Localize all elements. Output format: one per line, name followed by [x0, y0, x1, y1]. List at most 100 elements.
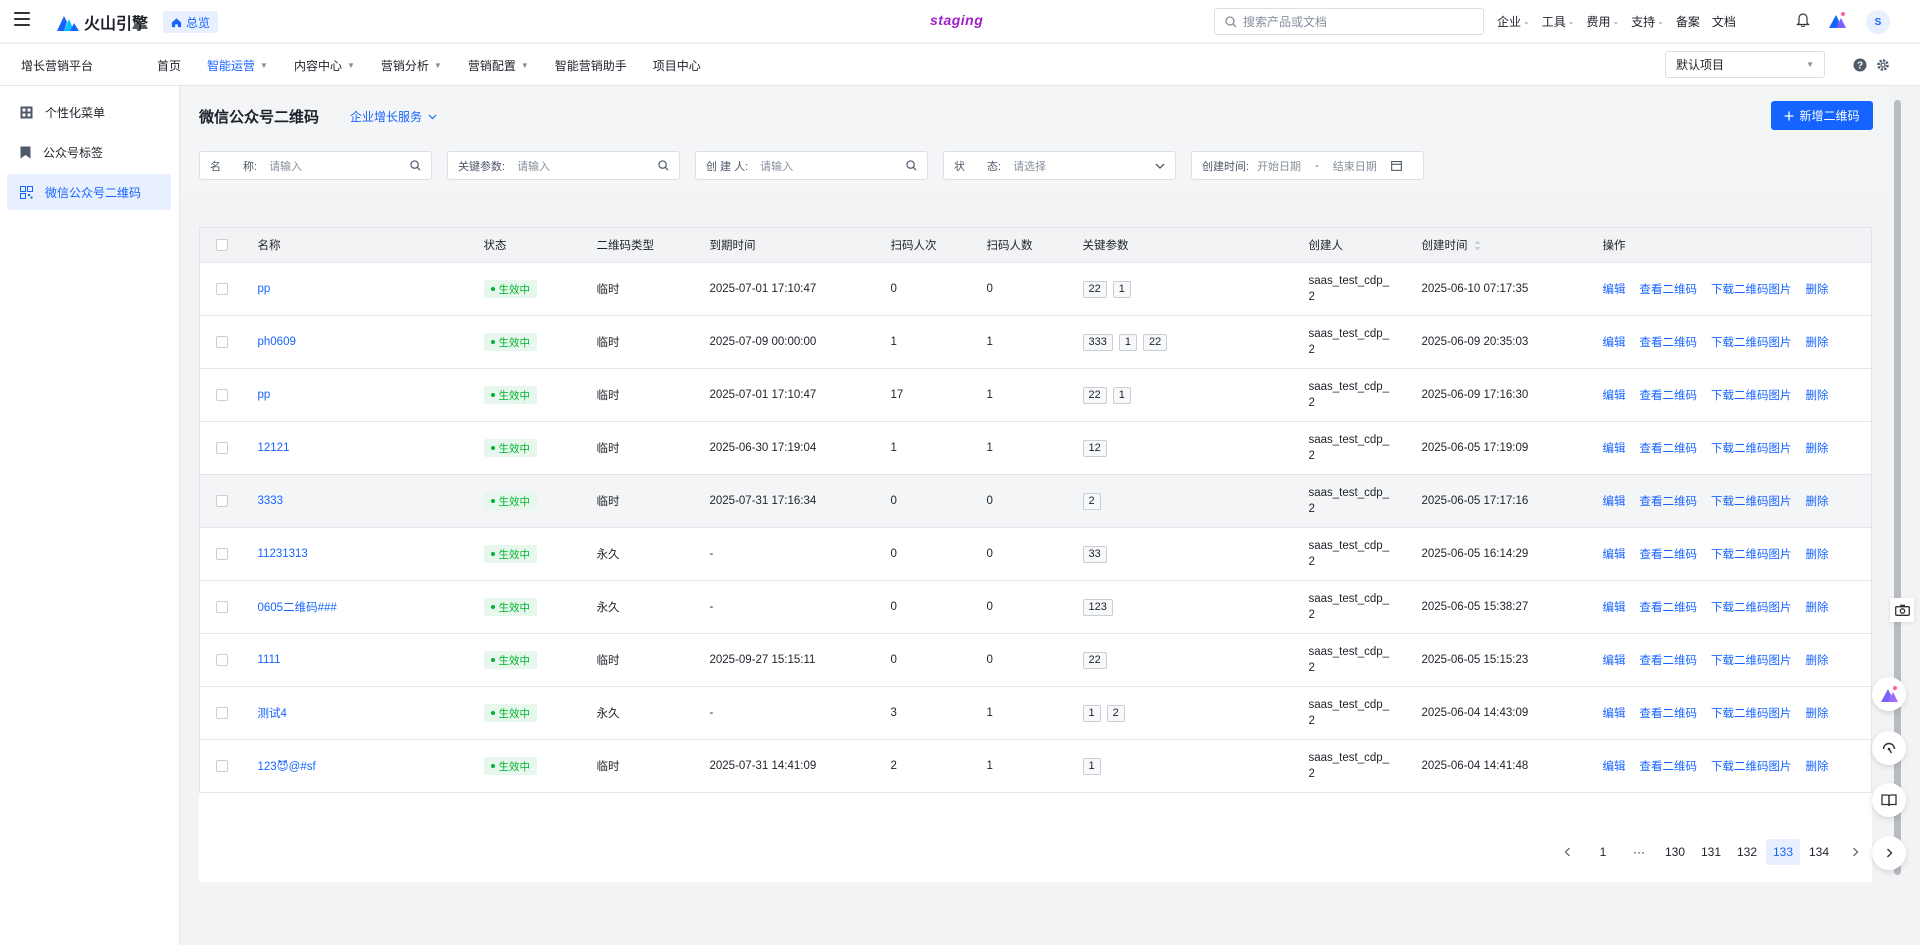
- edit-button[interactable]: 编辑: [1603, 390, 1626, 402]
- menu-item-content-center[interactable]: 内容中心 ▼: [294, 57, 355, 74]
- view-qrcode-button[interactable]: 查看二维码: [1640, 284, 1698, 296]
- delete-button[interactable]: 删除: [1806, 443, 1829, 455]
- qrcode-name-link[interactable]: 1111: [258, 654, 281, 666]
- page-number[interactable]: 134: [1802, 839, 1836, 865]
- bell-icon[interactable]: [1796, 12, 1810, 27]
- qrcode-name-link[interactable]: pp: [258, 283, 271, 295]
- user-avatar[interactable]: S: [1866, 10, 1890, 34]
- keyword-filter-input[interactable]: 关键参数: 请输入: [447, 151, 680, 180]
- download-qrcode-button[interactable]: 下载二维码图片: [1711, 284, 1792, 296]
- row-checkbox[interactable]: [216, 494, 228, 507]
- select-all-checkbox[interactable]: [216, 238, 228, 251]
- table-row[interactable]: 测试4 生效中 永久 -3 1 1 2 saas_test_cdp_2 2025-06-04 1…: [199, 686, 1872, 740]
- delete-button[interactable]: 删除: [1806, 761, 1829, 773]
- col-header-created[interactable]: 创建时间: [1421, 227, 1603, 263]
- edit-button[interactable]: 编辑: [1603, 549, 1626, 561]
- table-row[interactable]: pp 生效中 临时 2025-07-01 17:10:47 17 1 22 1 saas_tes…: [199, 368, 1872, 422]
- global-search-input[interactable]: 搜索产品或文档: [1214, 8, 1484, 35]
- edit-button[interactable]: 编辑: [1603, 337, 1626, 349]
- edit-button[interactable]: 编辑: [1603, 761, 1626, 773]
- delete-button[interactable]: 删除: [1806, 337, 1829, 349]
- table-row[interactable]: ph0609 生效中 临时 2025-07-09 00:00:00 1 1 333 1 22 sa…: [199, 315, 1872, 369]
- creator-filter-input[interactable]: 创 建 人: 请输入: [695, 151, 928, 180]
- page-number[interactable]: 132: [1730, 839, 1764, 865]
- view-qrcode-button[interactable]: 查看二维码: [1640, 337, 1698, 349]
- table-row[interactable]: 1111 生效中 临时 2025-09-27 15:15:11 0 0 22 saas_tes…: [199, 633, 1872, 687]
- screenshot-button[interactable]: [1890, 598, 1914, 622]
- download-qrcode-button[interactable]: 下载二维码图片: [1711, 761, 1792, 773]
- end-date-input[interactable]: 结束日期: [1333, 158, 1377, 174]
- view-qrcode-button[interactable]: 查看二维码: [1640, 761, 1698, 773]
- delete-button[interactable]: 删除: [1806, 655, 1829, 667]
- menu-item-marketing-analysis[interactable]: 营销分析 ▼: [381, 57, 442, 74]
- edit-button[interactable]: 编辑: [1603, 602, 1626, 614]
- menu-item-assistant[interactable]: 智能营销助手: [555, 57, 627, 74]
- assistant-button[interactable]: [1872, 677, 1906, 711]
- page-number[interactable]: 1: [1586, 839, 1620, 865]
- top-nav-docs[interactable]: 文档: [1712, 13, 1736, 30]
- delete-button[interactable]: 删除: [1806, 496, 1829, 508]
- row-checkbox[interactable]: [216, 759, 228, 772]
- row-checkbox[interactable]: [216, 388, 228, 401]
- table-row[interactable]: 0605二维码### 生效中 永久 -0 0 123 saas_test_cdp_2 2025…: [199, 580, 1872, 634]
- help-icon[interactable]: ?: [1853, 58, 1867, 72]
- sort-icon[interactable]: [1474, 240, 1481, 251]
- menu-item-project-center[interactable]: 项目中心: [653, 57, 701, 74]
- service-selector[interactable]: 企业增长服务: [350, 108, 437, 125]
- edit-button[interactable]: 编辑: [1603, 443, 1626, 455]
- brand-logo[interactable]: 火山引擎: [57, 10, 148, 34]
- download-qrcode-button[interactable]: 下载二维码图片: [1711, 655, 1792, 667]
- row-checkbox[interactable]: [216, 547, 228, 560]
- row-checkbox[interactable]: [216, 335, 228, 348]
- docs-button[interactable]: [1872, 783, 1906, 817]
- menu-item-smart-ops[interactable]: 智能运营 ▼: [207, 57, 268, 74]
- qrcode-name-link[interactable]: 12121: [258, 442, 290, 454]
- menu-item-home[interactable]: 首页: [157, 57, 181, 74]
- view-qrcode-button[interactable]: 查看二维码: [1640, 496, 1698, 508]
- download-qrcode-button[interactable]: 下载二维码图片: [1711, 337, 1792, 349]
- qrcode-name-link[interactable]: 11231313: [258, 548, 308, 560]
- created-time-range-picker[interactable]: 创建时间: 开始日期 - 结束日期: [1191, 151, 1424, 180]
- qrcode-name-link[interactable]: 123😈@#sf: [258, 761, 316, 773]
- delete-button[interactable]: 删除: [1806, 390, 1829, 402]
- qrcode-name-link[interactable]: pp: [258, 389, 271, 401]
- table-row[interactable]: 11231313 生效中 永久 -0 0 33 saas_test_cdp_2 2025-06…: [199, 527, 1872, 581]
- sidebar-item-custom-menu[interactable]: 个性化菜单: [7, 94, 171, 130]
- menu-item-marketing-config[interactable]: 营销配置 ▼: [468, 57, 529, 74]
- row-checkbox[interactable]: [216, 600, 228, 613]
- view-qrcode-button[interactable]: 查看二维码: [1640, 549, 1698, 561]
- project-select[interactable]: 默认项目 ▼: [1665, 51, 1825, 78]
- top-nav-enterprise[interactable]: 企业 ⌄: [1497, 13, 1530, 30]
- view-qrcode-button[interactable]: 查看二维码: [1640, 390, 1698, 402]
- top-nav-support[interactable]: 支持 ⌄: [1631, 13, 1664, 30]
- name-filter-input[interactable]: 名 称: 请输入: [199, 151, 432, 180]
- sidebar-item-tags[interactable]: 公众号标签: [7, 134, 171, 170]
- edit-button[interactable]: 编辑: [1603, 496, 1626, 508]
- qrcode-name-link[interactable]: 0605二维码###: [258, 602, 337, 614]
- download-qrcode-button[interactable]: 下载二维码图片: [1711, 443, 1792, 455]
- sidebar-item-qrcode[interactable]: 微信公众号二维码: [7, 174, 171, 210]
- delete-button[interactable]: 删除: [1806, 602, 1829, 614]
- page-number[interactable]: 133: [1766, 839, 1800, 865]
- view-qrcode-button[interactable]: 查看二维码: [1640, 443, 1698, 455]
- page-number[interactable]: 130: [1658, 839, 1692, 865]
- status-filter-select[interactable]: 状 态: 请选择: [943, 151, 1176, 180]
- table-row[interactable]: 3333 生效中 临时 2025-07-31 17:16:34 0 0 2 saas_test…: [199, 474, 1872, 528]
- overview-button[interactable]: 总览: [163, 11, 219, 33]
- top-nav-filing[interactable]: 备案: [1676, 13, 1700, 30]
- table-row[interactable]: 12121 生效中 临时 2025-06-30 17:19:04 1 1 12 saas_te…: [199, 421, 1872, 475]
- search-icon[interactable]: [410, 160, 421, 171]
- search-icon[interactable]: [658, 160, 669, 171]
- customer-service-button[interactable]: [1872, 731, 1906, 765]
- delete-button[interactable]: 删除: [1806, 284, 1829, 296]
- start-date-input[interactable]: 开始日期: [1257, 158, 1301, 174]
- delete-button[interactable]: 删除: [1806, 708, 1829, 720]
- row-checkbox[interactable]: [216, 706, 228, 719]
- qrcode-name-link[interactable]: ph0609: [258, 336, 296, 348]
- download-qrcode-button[interactable]: 下载二维码图片: [1711, 602, 1792, 614]
- next-page-button[interactable]: [1838, 839, 1872, 865]
- view-qrcode-button[interactable]: 查看二维码: [1640, 708, 1698, 720]
- app-icon[interactable]: [1827, 11, 1847, 29]
- search-icon[interactable]: [906, 160, 917, 171]
- prev-page-button[interactable]: [1550, 839, 1584, 865]
